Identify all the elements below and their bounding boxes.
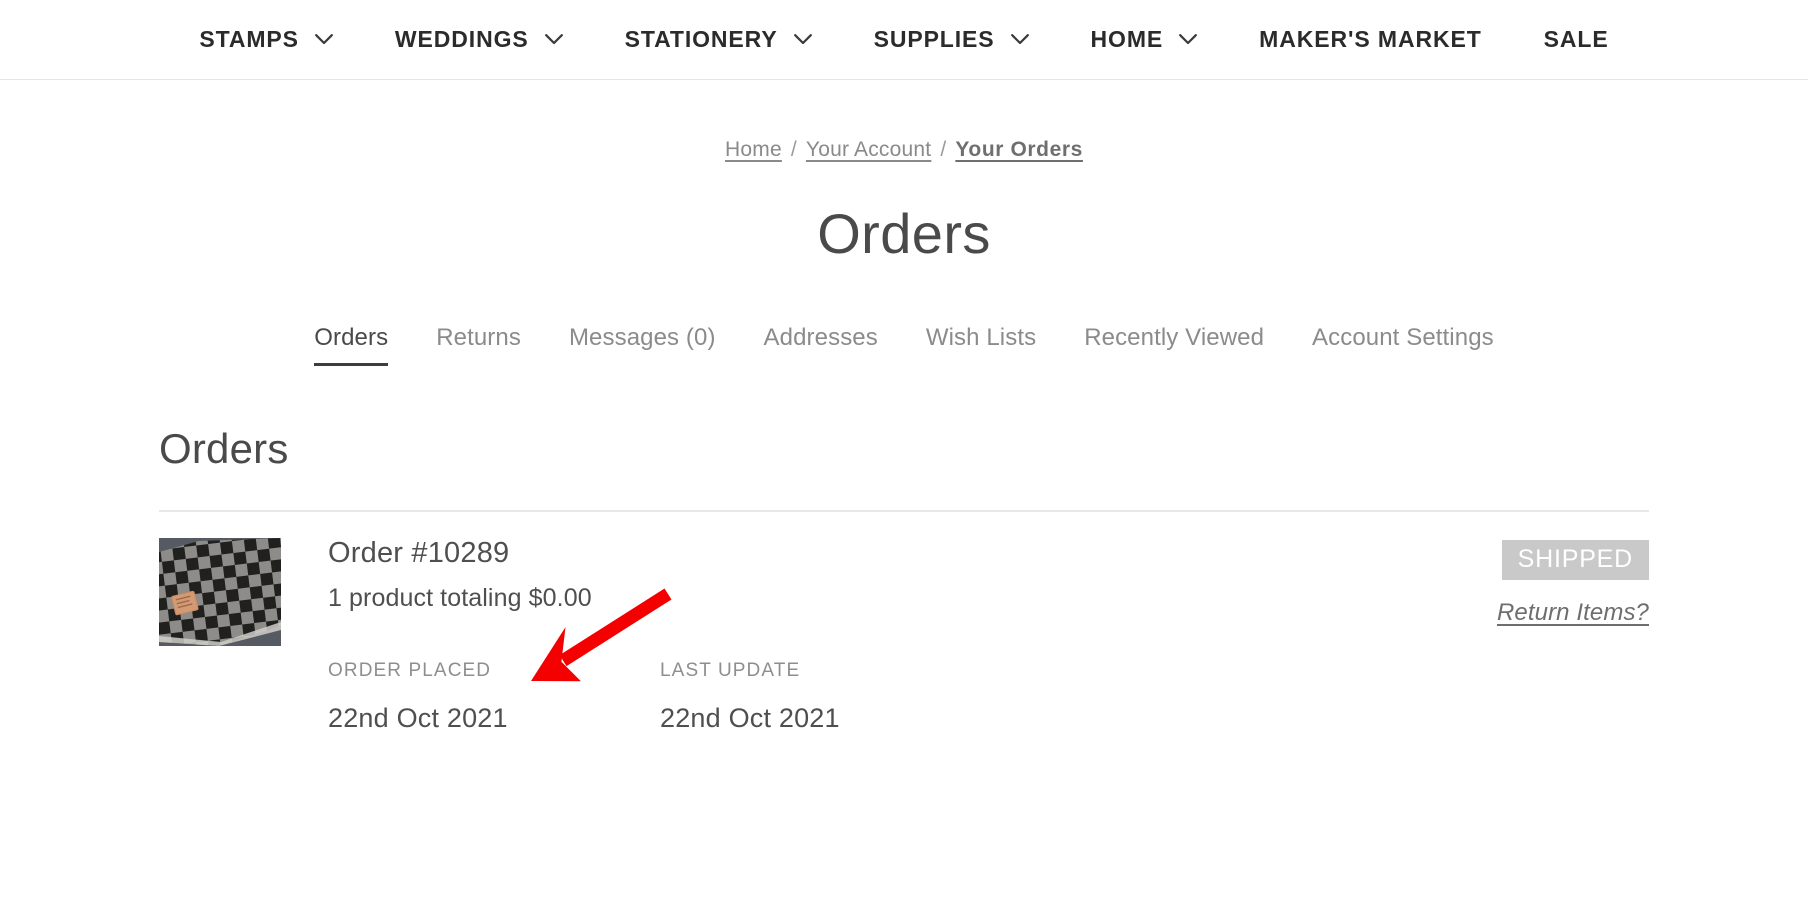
nav-item-home[interactable]: HOME — [1091, 26, 1198, 53]
nav-item-label: SUPPLIES — [873, 26, 995, 52]
breadcrumb-item-your-orders[interactable]: Your Orders — [955, 138, 1083, 161]
chevron-down-icon — [1010, 34, 1029, 45]
tab-account-settings[interactable]: Account Settings — [1312, 324, 1494, 363]
page-body: Home / Your Account / Your Orders Orders Ord… — [0, 138, 1808, 734]
chevron-down-icon — [793, 34, 812, 45]
order-summary: 1 product totaling $0.00 — [328, 583, 592, 612]
section-divider — [159, 510, 1649, 512]
order-meta-row: ORDER PLACED 22nd Oct 2021 LAST UPDATE 22nd… — [328, 660, 1497, 734]
order-status-column: SHIPPED Return Items? — [1497, 538, 1649, 734]
tab-recently-viewed[interactable]: Recently Viewed — [1084, 324, 1264, 363]
order-meta-label: ORDER PLACED — [328, 659, 492, 681]
nav-item-label: STAMPS — [199, 26, 299, 52]
order-meta-value: 22nd Oct 2021 — [328, 702, 508, 733]
return-items-link[interactable]: Return Items? — [1497, 599, 1649, 627]
nav-item-stamps[interactable]: STAMPS — [199, 26, 333, 53]
tab-messages-0[interactable]: Messages (0) — [569, 324, 716, 363]
order-meta-column: ORDER PLACED 22nd Oct 2021 — [328, 660, 660, 734]
nav-item-stationery[interactable]: STATIONERY — [625, 26, 812, 53]
order-meta-value: 22nd Oct 2021 — [660, 702, 840, 733]
order-meta-column: LAST UPDATE 22nd Oct 2021 — [660, 660, 992, 734]
orders-section-heading: Orders — [159, 425, 289, 472]
nav-item-label: MAKER'S MARKET — [1259, 26, 1482, 52]
order-meta-label: LAST UPDATE — [660, 659, 801, 681]
nav-item-label: WEDDINGS — [394, 26, 529, 52]
chevron-down-icon — [544, 34, 563, 45]
page-title: Orders — [817, 202, 991, 265]
order-list-item: Order #10289 1 product totaling $0.00 OR… — [159, 537, 1649, 734]
breadcrumb-separator: / — [790, 138, 797, 161]
nav-item-label: STATIONERY — [624, 26, 778, 52]
tab-returns[interactable]: Returns — [436, 324, 521, 363]
breadcrumb-item-your-account[interactable]: Your Account — [806, 138, 931, 161]
tab-wish-lists[interactable]: Wish Lists — [926, 324, 1036, 363]
nav-item-sale[interactable]: SALE — [1544, 26, 1609, 53]
orders-panel: Orders Order #10289 1 product totaling $… — [159, 428, 1649, 734]
top-navigation-bar: STAMPS WEDDINGS STATIONERY SUPPLIES HOME MAKE… — [0, 0, 1808, 80]
chevron-down-icon — [1179, 34, 1198, 45]
tab-addresses[interactable]: Addresses — [764, 324, 878, 363]
nav-item-label: SALE — [1543, 26, 1609, 52]
breadcrumb: Home / Your Account / Your Orders — [0, 138, 1808, 162]
nav-item-weddings[interactable]: WEDDINGS — [395, 26, 563, 53]
breadcrumb-separator: / — [940, 138, 947, 161]
breadcrumb-item-home[interactable]: Home — [725, 138, 782, 161]
nav-item-label: HOME — [1090, 26, 1164, 52]
nav-item-supplies[interactable]: SUPPLIES — [874, 26, 1029, 53]
order-details: Order #10289 1 product totaling $0.00 OR… — [328, 537, 1497, 734]
status-badge: SHIPPED — [1501, 540, 1649, 581]
account-tabs: Orders Returns Messages (0) Addresses Wish L… — [0, 324, 1808, 366]
order-product-thumbnail[interactable] — [159, 538, 281, 646]
chevron-down-icon — [315, 34, 333, 45]
tab-orders[interactable]: Orders — [314, 324, 389, 366]
nav-item-maker-s-market[interactable]: MAKER'S MARKET — [1259, 26, 1482, 53]
order-number[interactable]: Order #10289 — [328, 537, 1497, 570]
top-nav-list: STAMPS WEDDINGS STATIONERY SUPPLIES HOME MAKE… — [189, 26, 1618, 53]
